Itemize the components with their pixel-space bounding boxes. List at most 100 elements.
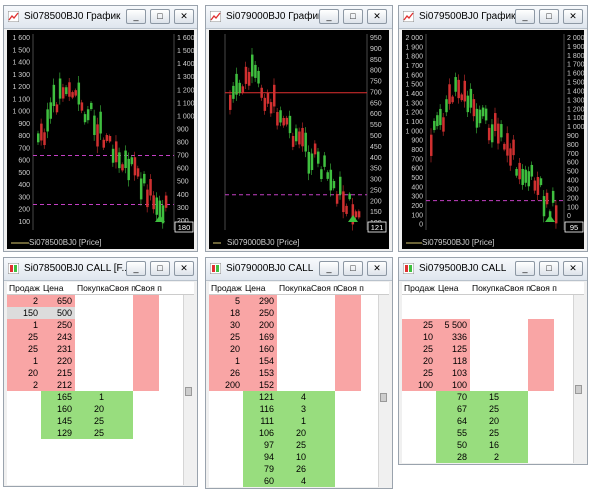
scroll-thumb[interactable] [185, 387, 192, 396]
scrollbar[interactable] [183, 295, 194, 485]
column-header[interactable]: Покупка [77, 283, 109, 293]
minimize-button[interactable]: _ [319, 261, 339, 276]
order-book-table[interactable]: Продаж Цена Покупка Своя п Своя п 2 650 150 500 1… [7, 282, 194, 485]
table-row[interactable]: 20 215 [7, 367, 194, 379]
table-row[interactable]: 25 125 [402, 343, 584, 355]
chart-window-3[interactable]: Si079500BJ0 График _ □ ✕ 2 000 1 900 1 800… [398, 5, 588, 252]
price-chart[interactable]: 1 600 1 500 1 400 1 300 1 200 1 100 1 000 900 80… [7, 30, 194, 249]
column-header[interactable]: Покупка [279, 283, 311, 293]
title-bar[interactable]: Si079000BJ0 График _ □ ✕ [206, 6, 392, 29]
table-row[interactable]: 2 212 [7, 379, 194, 391]
column-header[interactable]: Своя п [311, 283, 338, 293]
table-row[interactable]: 79 26 [209, 463, 389, 475]
close-button[interactable]: ✕ [174, 9, 194, 24]
table-row[interactable] [402, 307, 584, 319]
column-header[interactable]: Своя п [337, 283, 364, 293]
price-chart[interactable]: 2 000 1 900 1 800 1 700 1 600 1 500 1 400 1 300… [402, 30, 584, 249]
orderbook-window-2[interactable]: Si079000BJ0 CALL _ □ ✕ Продаж Цена Покупка… [205, 257, 393, 489]
title-bar[interactable]: Si078500BJ0 График _ □ ✕ [4, 6, 197, 29]
maximize-button[interactable]: □ [343, 9, 363, 24]
scroll-thumb[interactable] [380, 393, 387, 402]
maximize-button[interactable]: □ [539, 261, 559, 276]
table-row[interactable]: 30 200 [209, 319, 389, 331]
column-header[interactable]: Своя п [109, 283, 136, 293]
minimize-button[interactable]: _ [515, 261, 535, 276]
minimize-button[interactable]: _ [319, 9, 339, 24]
column-header[interactable]: Покупка [472, 283, 504, 293]
table-row[interactable]: 145 25 [7, 415, 194, 427]
table-row[interactable]: 200 152 [209, 379, 389, 391]
title-bar[interactable]: Si078500BJ0 CALL [F... _ □ ✕ [4, 258, 197, 281]
table-row[interactable]: 25 103 [402, 367, 584, 379]
table-row[interactable]: 70 15 [402, 391, 584, 403]
order-book-table[interactable]: Продаж Цена Покупка Своя п Своя п 5 290 18 250 30… [209, 282, 389, 487]
close-button[interactable]: ✕ [367, 261, 387, 276]
table-row[interactable]: 50 16 [402, 439, 584, 451]
table-row[interactable]: 28 2 [402, 451, 584, 463]
table-row[interactable]: 121 4 [209, 391, 389, 403]
table-row[interactable]: 111 1 [209, 415, 389, 427]
close-button[interactable]: ✕ [174, 261, 194, 276]
scrollbar[interactable] [573, 295, 584, 463]
column-header[interactable]: Цена [43, 283, 63, 293]
table-row[interactable]: 94 10 [209, 451, 389, 463]
maximize-button[interactable]: □ [343, 261, 363, 276]
table-row[interactable]: 1 220 [7, 355, 194, 367]
orderbook-window-1[interactable]: Si078500BJ0 CALL [F... _ □ ✕ Продаж Цена П… [3, 257, 198, 487]
scrollbar[interactable] [378, 295, 389, 487]
price-chart[interactable]: 950 900 850 800 750 700 650 600 550 500 450 400 350 3… [209, 30, 389, 249]
table-row[interactable]: 97 25 [209, 439, 389, 451]
title-bar[interactable]: Si079000BJ0 CALL _ □ ✕ [206, 258, 392, 281]
table-row[interactable]: 55 25 [402, 427, 584, 439]
table-row[interactable]: 165 1 [7, 391, 194, 403]
column-header[interactable]: Своя п [504, 283, 531, 293]
table-row[interactable]: 1 250 [7, 319, 194, 331]
table-row[interactable]: 1 154 [209, 355, 389, 367]
table-row[interactable]: 60 4 [209, 475, 389, 487]
table-row[interactable]: 2 650 [7, 295, 194, 307]
table-row[interactable]: 5 290 [209, 295, 389, 307]
table-row[interactable]: 25 243 [7, 331, 194, 343]
table-row[interactable]: 20 160 [209, 343, 389, 355]
table-row[interactable]: 106 20 [209, 427, 389, 439]
table-row[interactable]: 26 153 [209, 367, 389, 379]
table-row[interactable]: 64 20 [402, 415, 584, 427]
column-header[interactable]: Своя п [530, 283, 557, 293]
table-row[interactable]: 129 25 [7, 427, 194, 439]
table-row[interactable]: 20 118 [402, 355, 584, 367]
order-book-table[interactable]: Продаж Цена Покупка Своя п Своя п 25 5 500 10 33… [402, 282, 584, 463]
table-row[interactable]: 67 25 [402, 403, 584, 415]
maximize-button[interactable]: □ [150, 261, 170, 276]
column-header[interactable]: Продаж [211, 283, 242, 293]
title-bar[interactable]: Si079500BJ0 График _ □ ✕ [399, 6, 587, 29]
table-row[interactable]: 100 100 [402, 379, 584, 391]
scroll-thumb[interactable] [575, 385, 582, 394]
column-header[interactable]: Продаж [404, 283, 435, 293]
minimize-button[interactable]: _ [126, 9, 146, 24]
minimize-button[interactable]: _ [515, 9, 535, 24]
table-row[interactable]: 25 169 [209, 331, 389, 343]
chart-window-1[interactable]: Si078500BJ0 График _ □ ✕ 1 600 1 500 1 400… [3, 5, 198, 252]
close-button[interactable]: ✕ [367, 9, 387, 24]
column-header[interactable]: Продаж [9, 283, 40, 293]
candle-body [229, 94, 232, 110]
table-row[interactable]: 10 336 [402, 331, 584, 343]
table-row[interactable] [402, 295, 584, 307]
minimize-button[interactable]: _ [126, 261, 146, 276]
close-button[interactable]: ✕ [563, 9, 583, 24]
table-row[interactable]: 150 500 [7, 307, 194, 319]
maximize-button[interactable]: □ [150, 9, 170, 24]
close-button[interactable]: ✕ [563, 261, 583, 276]
table-row[interactable]: 18 250 [209, 307, 389, 319]
table-row[interactable]: 116 3 [209, 403, 389, 415]
column-header[interactable]: Своя п [135, 283, 162, 293]
table-row[interactable]: 25 231 [7, 343, 194, 355]
title-bar[interactable]: Si079500BJ0 CALL _ □ ✕ [399, 258, 587, 281]
orderbook-window-3[interactable]: Si079500BJ0 CALL _ □ ✕ Продаж Цена Покупка… [398, 257, 588, 465]
table-row[interactable]: 25 5 500 [402, 319, 584, 331]
column-header[interactable]: Цена [245, 283, 265, 293]
maximize-button[interactable]: □ [539, 9, 559, 24]
chart-window-2[interactable]: Si079000BJ0 График _ □ ✕ 950 900 850 800 750… [205, 5, 393, 252]
column-header[interactable]: Цена [438, 283, 458, 293]
table-row[interactable]: 160 20 [7, 403, 194, 415]
